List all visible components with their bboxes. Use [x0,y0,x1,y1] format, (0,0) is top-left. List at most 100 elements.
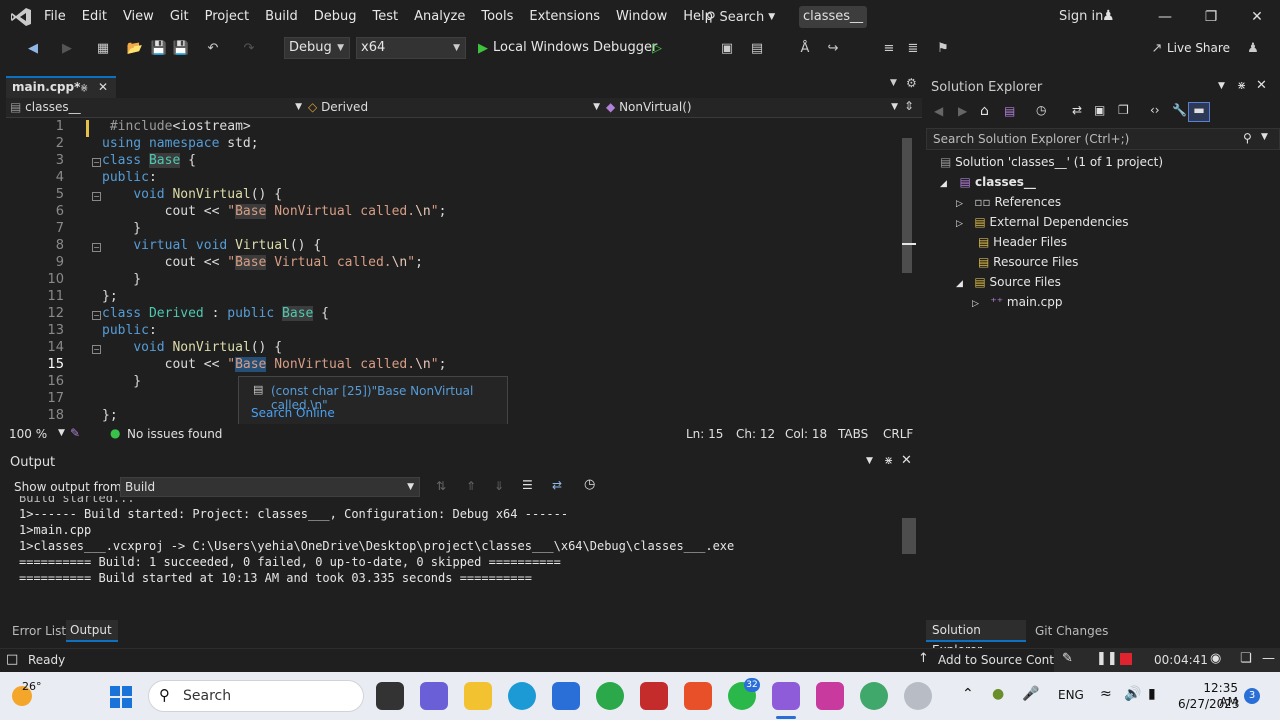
menu-git[interactable]: Git [162,0,197,34]
undo-icon[interactable]: ↶ [204,40,222,58]
sign-in-link[interactable]: Sign in [1059,0,1103,34]
menu-tools[interactable]: Tools [473,0,521,34]
output-source-select[interactable]: Build ▼ [120,477,420,497]
layout-icon[interactable]: ▤ [748,40,766,58]
line-ending-indicator[interactable]: CRLF [883,427,913,441]
platform-select[interactable]: x64 ▼ [356,37,466,59]
start-without-debug-icon[interactable]: ▷ [648,40,666,58]
tree-item-resource-files[interactable]: ▤ Resource Files [978,255,1078,269]
menu-view[interactable]: View [115,0,162,34]
solution-config-icon[interactable]: ▣ [718,40,736,58]
chevron-up-icon[interactable]: ⌃ [962,686,974,702]
fold-toggle-icon[interactable]: − [92,311,101,320]
show-all-files-icon[interactable]: ❐ [1118,103,1129,117]
menu-test[interactable]: Test [365,0,407,34]
fold-toggle-icon[interactable]: − [92,345,101,354]
language-indicator[interactable]: ENG [1058,688,1084,702]
close-button[interactable]: ✕ [1234,0,1280,34]
back-icon[interactable]: ◀ [934,104,943,118]
microphone-icon[interactable]: 🎤 [1022,686,1039,702]
camera-icon[interactable]: ◉ [1210,651,1221,666]
project-scope-select[interactable]: ▤ classes__ ▼ [10,98,306,117]
stop-icon[interactable] [1120,653,1132,665]
uncomment-icon[interactable]: ≣ [904,40,922,58]
editor-vertical-scrollbar[interactable] [902,118,916,424]
tree-item-external-dependencies[interactable]: ▷ ▤ External Dependencies [956,215,1129,229]
tree-item-source-files[interactable]: ◢ ▤ Source Files [956,275,1061,289]
tree-item-main-cpp[interactable]: ▷ ⁺⁺ main.cpp [972,295,1063,309]
tab-error-list[interactable]: Error List [12,624,66,638]
prev-message-icon[interactable]: ⇑ [466,479,476,493]
visual-studio-taskbar-icon[interactable] [772,682,800,710]
feedback-icon[interactable]: ♟ [1244,40,1262,58]
minus-icon[interactable]: — [1262,651,1275,666]
recorder-icon[interactable] [640,682,668,710]
find-message-icon[interactable]: ⇅ [436,479,446,493]
preview-selected-icon[interactable]: ▬ [1188,102,1210,122]
search-button[interactable]: ⚲ Search ▼ [706,6,775,28]
notification-badge[interactable]: 3 [1244,688,1260,704]
minimize-button[interactable]: — [1142,0,1188,34]
store-icon[interactable] [552,682,580,710]
back-icon[interactable]: ◀ [24,40,42,58]
wifi-icon[interactable]: ≈ [1100,686,1112,702]
teams-icon[interactable] [420,682,448,710]
sync-icon[interactable]: ⇄ [1072,103,1082,117]
save-icon[interactable]: 💾 [150,40,168,58]
menu-project[interactable]: Project [197,0,257,34]
tab-output[interactable]: Output [66,620,118,642]
arrow-up-icon[interactable]: ↑ [918,651,929,666]
add-to-source-control-button[interactable]: Add to Source Control [938,653,1054,667]
file-explorer-icon[interactable] [464,682,492,710]
scrollbar-thumb[interactable] [902,138,912,273]
history-icon[interactable]: ◷ [1036,103,1046,117]
configuration-select[interactable]: Debug ▼ [284,37,350,59]
next-message-icon[interactable]: ⇓ [494,479,504,493]
settings-icon[interactable]: ⚙ [906,76,917,90]
close-icon[interactable]: ✕ [1256,78,1267,93]
pen-icon[interactable]: ✎ [1062,651,1073,666]
account-icon[interactable]: ♟ [1102,8,1115,24]
tabs-indicator[interactable]: TABS [838,427,868,441]
chrome-icon[interactable] [596,682,624,710]
switch-views-icon[interactable]: ▤ [1004,104,1015,118]
chevron-down-icon[interactable]: ▼ [866,456,873,466]
comment-icon[interactable]: ≡ [880,40,898,58]
pin-icon[interactable]: ⋇ [884,454,893,467]
local-debugger-button[interactable]: Local Windows Debugger [493,40,657,55]
battery-icon[interactable]: ▮ [1148,686,1156,702]
menu-file[interactable]: File [36,0,74,34]
properties-icon[interactable]: 🔧 [1172,103,1187,117]
close-tab-icon[interactable]: ✕ [98,78,108,97]
spellcheck-icon[interactable]: Å [796,40,814,58]
tray-app-icon[interactable]: ● [992,686,1004,702]
clock-date[interactable]: 6/27/2023 [1178,697,1240,711]
member-scope-select[interactable]: ◆ NonVirtual() ▼ [606,98,902,117]
pause-icon[interactable]: ❚❚ [1096,651,1118,666]
solution-name-badge[interactable]: classes__ [799,6,867,28]
tree-item-references[interactable]: ▷ ▫▫ References [956,195,1061,209]
line-indicator[interactable]: Ln: 15 [686,427,723,441]
output-text[interactable]: Build started... 1>------ Build started:… [6,496,902,604]
office-icon[interactable] [684,682,712,710]
timestamp-icon[interactable]: ◷ [584,477,595,492]
menu-build[interactable]: Build [257,0,306,34]
task-view-icon[interactable] [376,682,404,710]
menu-extensions[interactable]: Extensions [521,0,608,34]
volume-icon[interactable]: 🔊 [1124,686,1141,702]
chevron-down-icon[interactable]: ▼ [58,428,65,438]
edit-icon[interactable]: ❏ [1240,651,1252,666]
bookmark-icon[interactable]: ⚑ [934,40,952,58]
maximize-button[interactable]: ❐ [1188,0,1234,34]
collapse-all-icon[interactable]: ▣ [1094,103,1105,117]
split-icon[interactable]: ⇕ [904,99,914,113]
word-wrap-icon[interactable]: ⇄ [552,478,562,492]
taskbar-search-input[interactable]: ⚲ Search [148,680,364,712]
chevron-down-icon[interactable]: ▼ [1218,81,1225,91]
clear-all-icon[interactable]: ☰ [522,478,533,492]
output-scrollbar-thumb[interactable] [902,518,916,554]
chrome-profile-icon[interactable] [860,682,888,710]
forward-icon[interactable]: ▶ [958,104,967,118]
start-debug-icon[interactable]: ▶ [474,40,492,58]
tree-project[interactable]: ◢ ▤ classes__ [940,175,1036,189]
